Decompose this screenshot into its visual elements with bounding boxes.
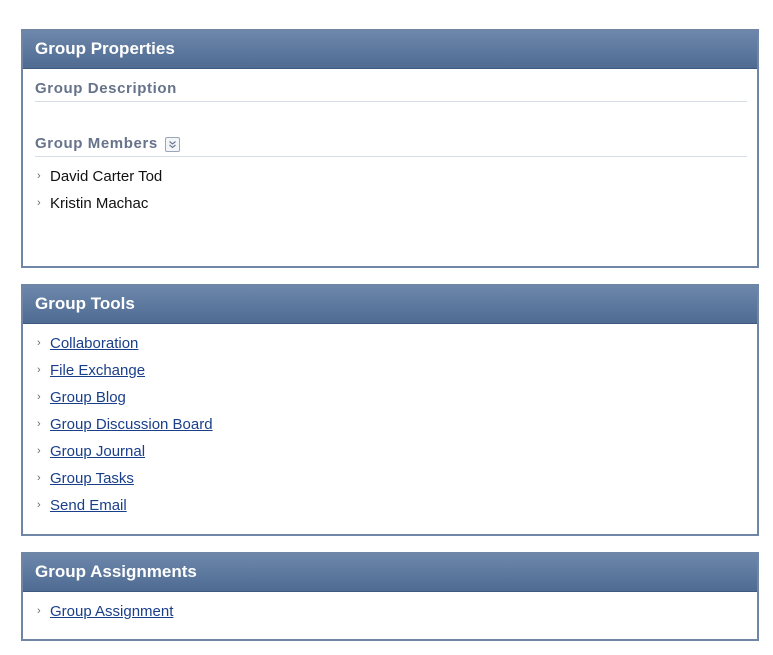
list-item: › Send Email <box>37 492 757 519</box>
file-exchange-link[interactable]: File Exchange <box>50 362 145 379</box>
list-item: › Group Assignment <box>37 598 757 625</box>
group-properties-module: Group Properties Group Description Group… <box>21 29 759 268</box>
group-journal-link[interactable]: Group Journal <box>50 443 145 460</box>
member-name: David Carter Tod <box>50 168 163 185</box>
group-blog-link[interactable]: Group Blog <box>50 389 126 406</box>
group-description-heading: Group Description <box>35 77 747 102</box>
chevron-right-icon: › <box>37 418 41 430</box>
send-email-link[interactable]: Send Email <box>50 497 127 514</box>
double-chevron-down-icon[interactable] <box>164 136 180 152</box>
chevron-right-icon: › <box>37 391 41 403</box>
group-assignments-list: › Group Assignment <box>23 598 757 625</box>
chevron-right-icon: › <box>37 499 41 511</box>
list-item: › Group Discussion Board <box>37 411 757 438</box>
chevron-right-icon: › <box>37 364 41 376</box>
page: Group Properties Group Description Group… <box>0 0 773 655</box>
chevron-right-icon: › <box>37 472 41 484</box>
list-item: › Group Blog <box>37 384 757 411</box>
group-assignments-header: Group Assignments <box>23 554 757 592</box>
list-item: › Group Journal <box>37 438 757 465</box>
list-item: › File Exchange <box>37 357 757 384</box>
list-item: › Collaboration <box>37 330 757 357</box>
group-tasks-link[interactable]: Group Tasks <box>50 470 134 487</box>
group-discussion-board-link[interactable]: Group Discussion Board <box>50 416 213 433</box>
list-item: › Kristin Machac <box>37 190 757 217</box>
group-assignments-module: Group Assignments › Group Assignment <box>21 552 759 641</box>
group-tools-list: › Collaboration › File Exchange › Group … <box>23 330 757 519</box>
group-description-label: Group Description <box>35 80 177 97</box>
chevron-right-icon: › <box>37 197 41 209</box>
group-tools-header: Group Tools <box>23 286 757 324</box>
collaboration-link[interactable]: Collaboration <box>50 335 138 352</box>
list-item: › David Carter Tod <box>37 163 757 190</box>
group-properties-header: Group Properties <box>23 31 757 69</box>
chevron-right-icon: › <box>37 337 41 349</box>
list-item: › Group Tasks <box>37 465 757 492</box>
chevron-right-icon: › <box>37 605 41 617</box>
member-name: Kristin Machac <box>50 195 149 212</box>
group-tools-module: Group Tools › Collaboration › File Excha… <box>21 284 759 536</box>
group-members-label: Group Members <box>35 135 158 152</box>
group-members-heading: Group Members <box>35 132 747 157</box>
group-members-list: › David Carter Tod › Kristin Machac <box>23 163 757 217</box>
chevron-right-icon: › <box>37 445 41 457</box>
group-assignment-link[interactable]: Group Assignment <box>50 603 173 620</box>
chevron-right-icon: › <box>37 170 41 182</box>
